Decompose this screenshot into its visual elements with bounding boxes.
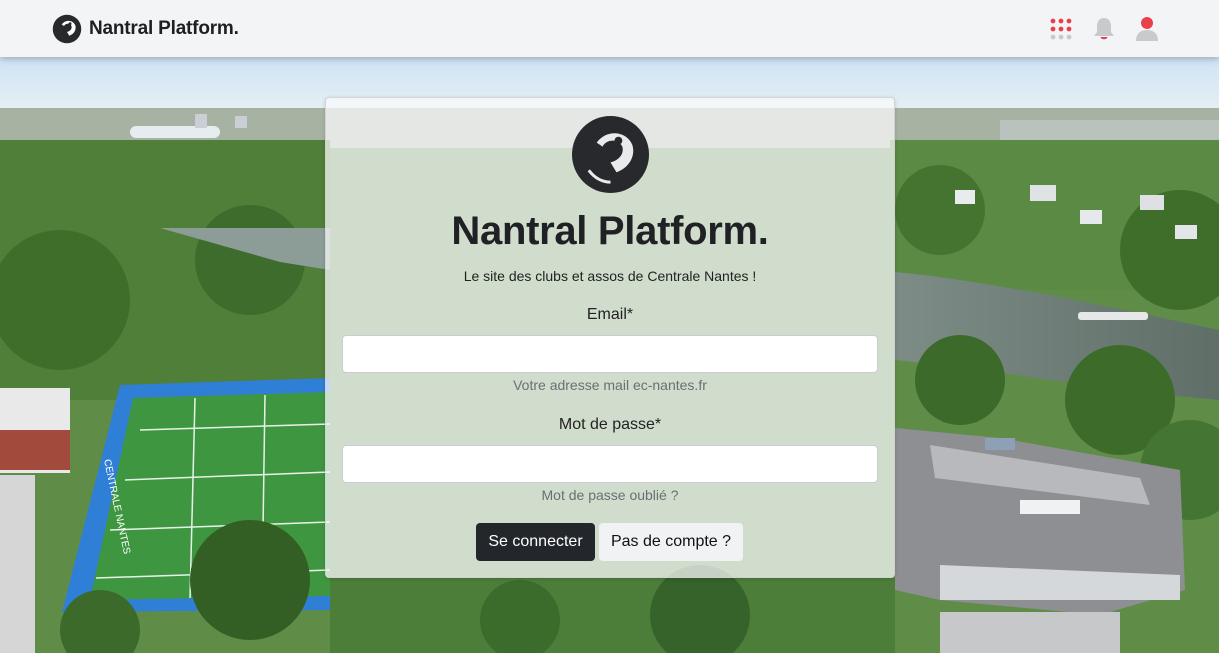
email-label: Email* [586, 306, 634, 323]
signup-button[interactable]: Pas de compte ? [599, 523, 743, 561]
nantral-logo-icon [52, 14, 82, 43]
top-navbar: Nantral Platform. [0, 0, 1219, 57]
brand-name: Nantral Platform. [89, 17, 239, 39]
nantral-logo-icon [571, 115, 650, 194]
forgot-password-link[interactable]: Mot de passe oublié ? [326, 487, 894, 503]
login-button[interactable]: Se connecter [476, 523, 595, 561]
email-field[interactable] [342, 335, 878, 373]
page-subtitle: Le site des clubs et assos de Centrale N… [463, 268, 757, 284]
brand-home-link[interactable]: Nantral Platform. [52, 14, 239, 44]
page-title: Nantral Platform. [451, 209, 769, 253]
bell-icon[interactable] [1092, 16, 1116, 42]
apps-grid-icon[interactable] [1049, 16, 1073, 42]
password-field[interactable] [342, 445, 878, 483]
password-label: Mot de passe* [558, 416, 662, 433]
user-icon[interactable] [1135, 16, 1159, 42]
email-help-text: Votre adresse mail ec-nantes.fr [513, 377, 707, 393]
login-card: Nantral Platform. Le site des clubs et a… [325, 97, 895, 578]
